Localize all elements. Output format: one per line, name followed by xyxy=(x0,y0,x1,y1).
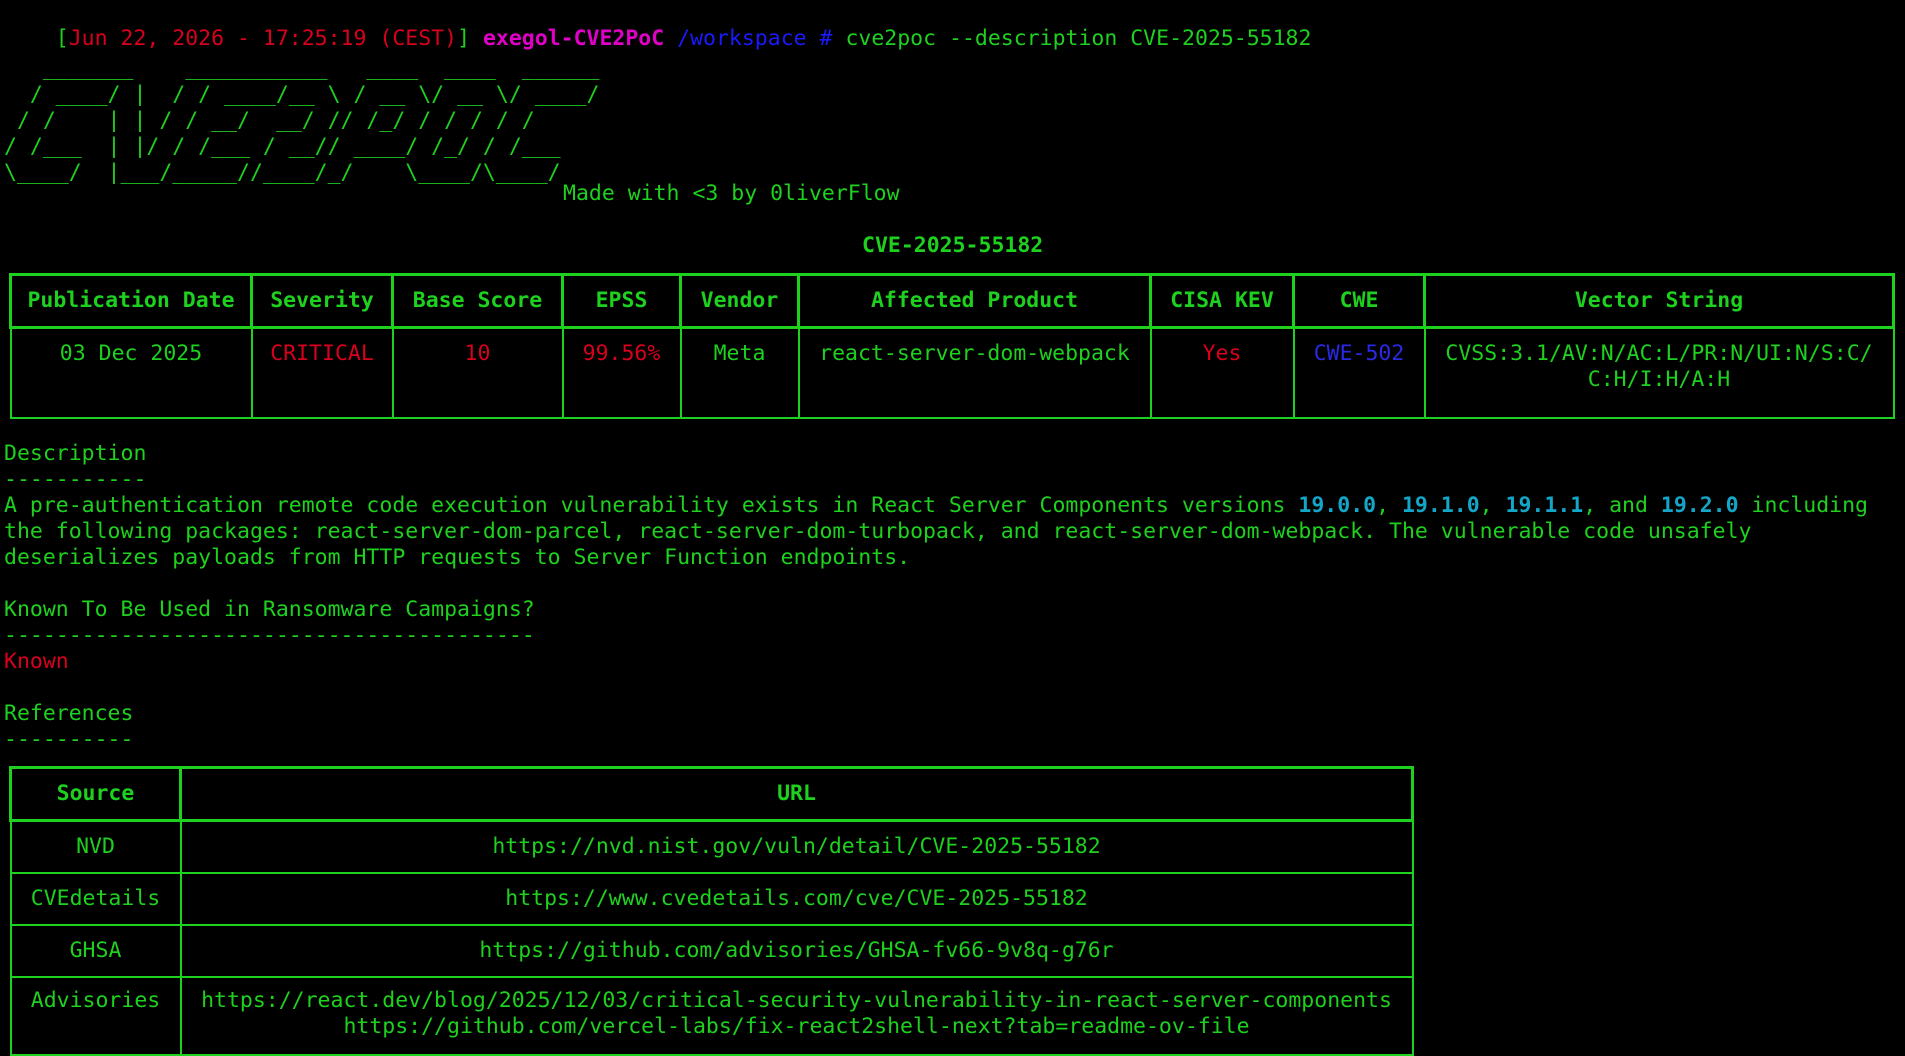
description-line-3: deserializes payloads from HTTP requests… xyxy=(4,545,911,570)
col-cisa-kev: CISA KEV xyxy=(1149,273,1295,329)
reference-source: CVEdetails xyxy=(9,872,182,926)
prompt-host: exegol-CVE2PoC xyxy=(482,26,665,51)
vector-string-value: CVSS:3.1/AV:N/AC:L/PR:N/UI:N/S:C/ C:H/I:… xyxy=(1423,326,1895,419)
prompt-path: /workspace xyxy=(677,26,807,51)
reference-url[interactable]: https://github.com/advisories/GHSA-fv66-… xyxy=(179,924,1414,978)
reference-source: NVD xyxy=(9,819,182,874)
reference-source: GHSA xyxy=(9,924,182,978)
ascii-banner: _______ ___________ ____ ____ ______ / _… xyxy=(4,56,600,185)
reference-url[interactable]: https://nvd.nist.gov/vuln/detail/CVE-202… xyxy=(179,819,1414,874)
description-title: Description xyxy=(4,441,147,466)
col-severity: Severity xyxy=(250,273,394,329)
col-source: Source xyxy=(9,766,182,822)
table-row: NVD https://nvd.nist.gov/vuln/detail/CVE… xyxy=(9,819,1414,874)
ransomware-title: Known To Be Used in Ransomware Campaigns… xyxy=(4,597,535,622)
cwe-value: CWE-502 xyxy=(1292,326,1426,419)
prompt-bracket-open: [ xyxy=(55,26,69,51)
prompt-bracket-close: ] xyxy=(457,26,471,51)
cve-summary-table: Publication Date Severity Base Score EPS… xyxy=(9,273,1895,419)
publication-date-value: 03 Dec 2025 xyxy=(9,326,253,419)
description-line-2: the following packages: react-server-dom… xyxy=(4,519,1752,544)
ransomware-underline: ----------------------------------------… xyxy=(4,623,535,648)
reference-url[interactable]: https://github.com/vercel-labs/fix-react… xyxy=(343,1014,1249,1039)
prompt-args: --description CVE-2025-55182 xyxy=(949,26,1312,51)
description-line-1: A pre-authentication remote code executi… xyxy=(4,493,1868,519)
epss-value: 99.56% xyxy=(561,326,682,419)
col-base-score: Base Score xyxy=(391,273,564,329)
col-vector-string: Vector String xyxy=(1423,273,1895,329)
version-19-1-0: 19.1.0 xyxy=(1401,493,1480,518)
prompt-symbol: # xyxy=(819,26,833,51)
col-url: URL xyxy=(179,766,1414,822)
reference-url[interactable]: https://www.cvedetails.com/cve/CVE-2025-… xyxy=(179,872,1414,926)
col-vendor: Vendor xyxy=(679,273,800,329)
cisa-kev-value: Yes xyxy=(1149,326,1295,419)
table-row: GHSA https://github.com/advisories/GHSA-… xyxy=(9,924,1414,978)
terminal-window: [Jun 22, 2026 - 17:25:19 (CEST)] exegol-… xyxy=(0,0,1905,1056)
description-underline: ----------- xyxy=(4,467,147,492)
table-header-row: Source URL xyxy=(9,766,1414,822)
reference-source: Advisories xyxy=(9,976,182,1056)
vector-string-line1: CVSS:3.1/AV:N/AC:L/PR:N/UI:N/S:C/ xyxy=(1445,341,1873,366)
affected-product-value: react-server-dom-webpack xyxy=(797,326,1152,419)
description-separator: , xyxy=(1376,493,1402,518)
severity-value: CRITICAL xyxy=(250,326,394,419)
table-row: CVEdetails https://www.cvedetails.com/cv… xyxy=(9,872,1414,926)
col-cwe: CWE xyxy=(1292,273,1426,329)
description-text: including xyxy=(1738,493,1869,518)
col-publication-date: Publication Date xyxy=(9,273,253,329)
table-row: Advisories https://react.dev/blog/2025/1… xyxy=(9,976,1414,1056)
references-underline: ---------- xyxy=(4,727,134,752)
vector-string-line2: C:H/I:H/A:H xyxy=(1587,367,1731,392)
vendor-value: Meta xyxy=(679,326,800,419)
cve-heading: CVE-2025-55182 xyxy=(862,233,1044,258)
prompt-timestamp: Jun 22, 2026 - 17:25:19 (CEST) xyxy=(68,26,458,51)
col-epss: EPSS xyxy=(561,273,682,329)
version-19-2-0: 19.2.0 xyxy=(1660,493,1739,518)
table-header-row: Publication Date Severity Base Score EPS… xyxy=(9,273,1895,329)
reference-url-group: https://react.dev/blog/2025/12/03/critic… xyxy=(179,976,1414,1056)
description-text: A pre-authentication remote code executi… xyxy=(4,493,1299,518)
base-score-value: 10 xyxy=(391,326,564,419)
reference-url[interactable]: https://react.dev/blog/2025/12/03/critic… xyxy=(201,988,1392,1013)
ransomware-value: Known xyxy=(4,649,69,674)
description-separator: , and xyxy=(1583,493,1661,518)
references-table: Source URL NVD https://nvd.nist.gov/vuln… xyxy=(9,766,1414,1056)
prompt-command: cve2poc xyxy=(845,26,937,51)
version-19-0-0: 19.0.0 xyxy=(1298,493,1377,518)
description-separator: , xyxy=(1479,493,1506,518)
references-title: References xyxy=(4,701,134,726)
table-row: 03 Dec 2025 CRITICAL 10 99.56% Meta reac… xyxy=(9,326,1895,419)
version-19-1-1: 19.1.1 xyxy=(1505,493,1584,518)
col-affected-product: Affected Product xyxy=(797,273,1152,329)
banner-tagline: Made with <3 by 0liverFlow xyxy=(563,181,900,206)
